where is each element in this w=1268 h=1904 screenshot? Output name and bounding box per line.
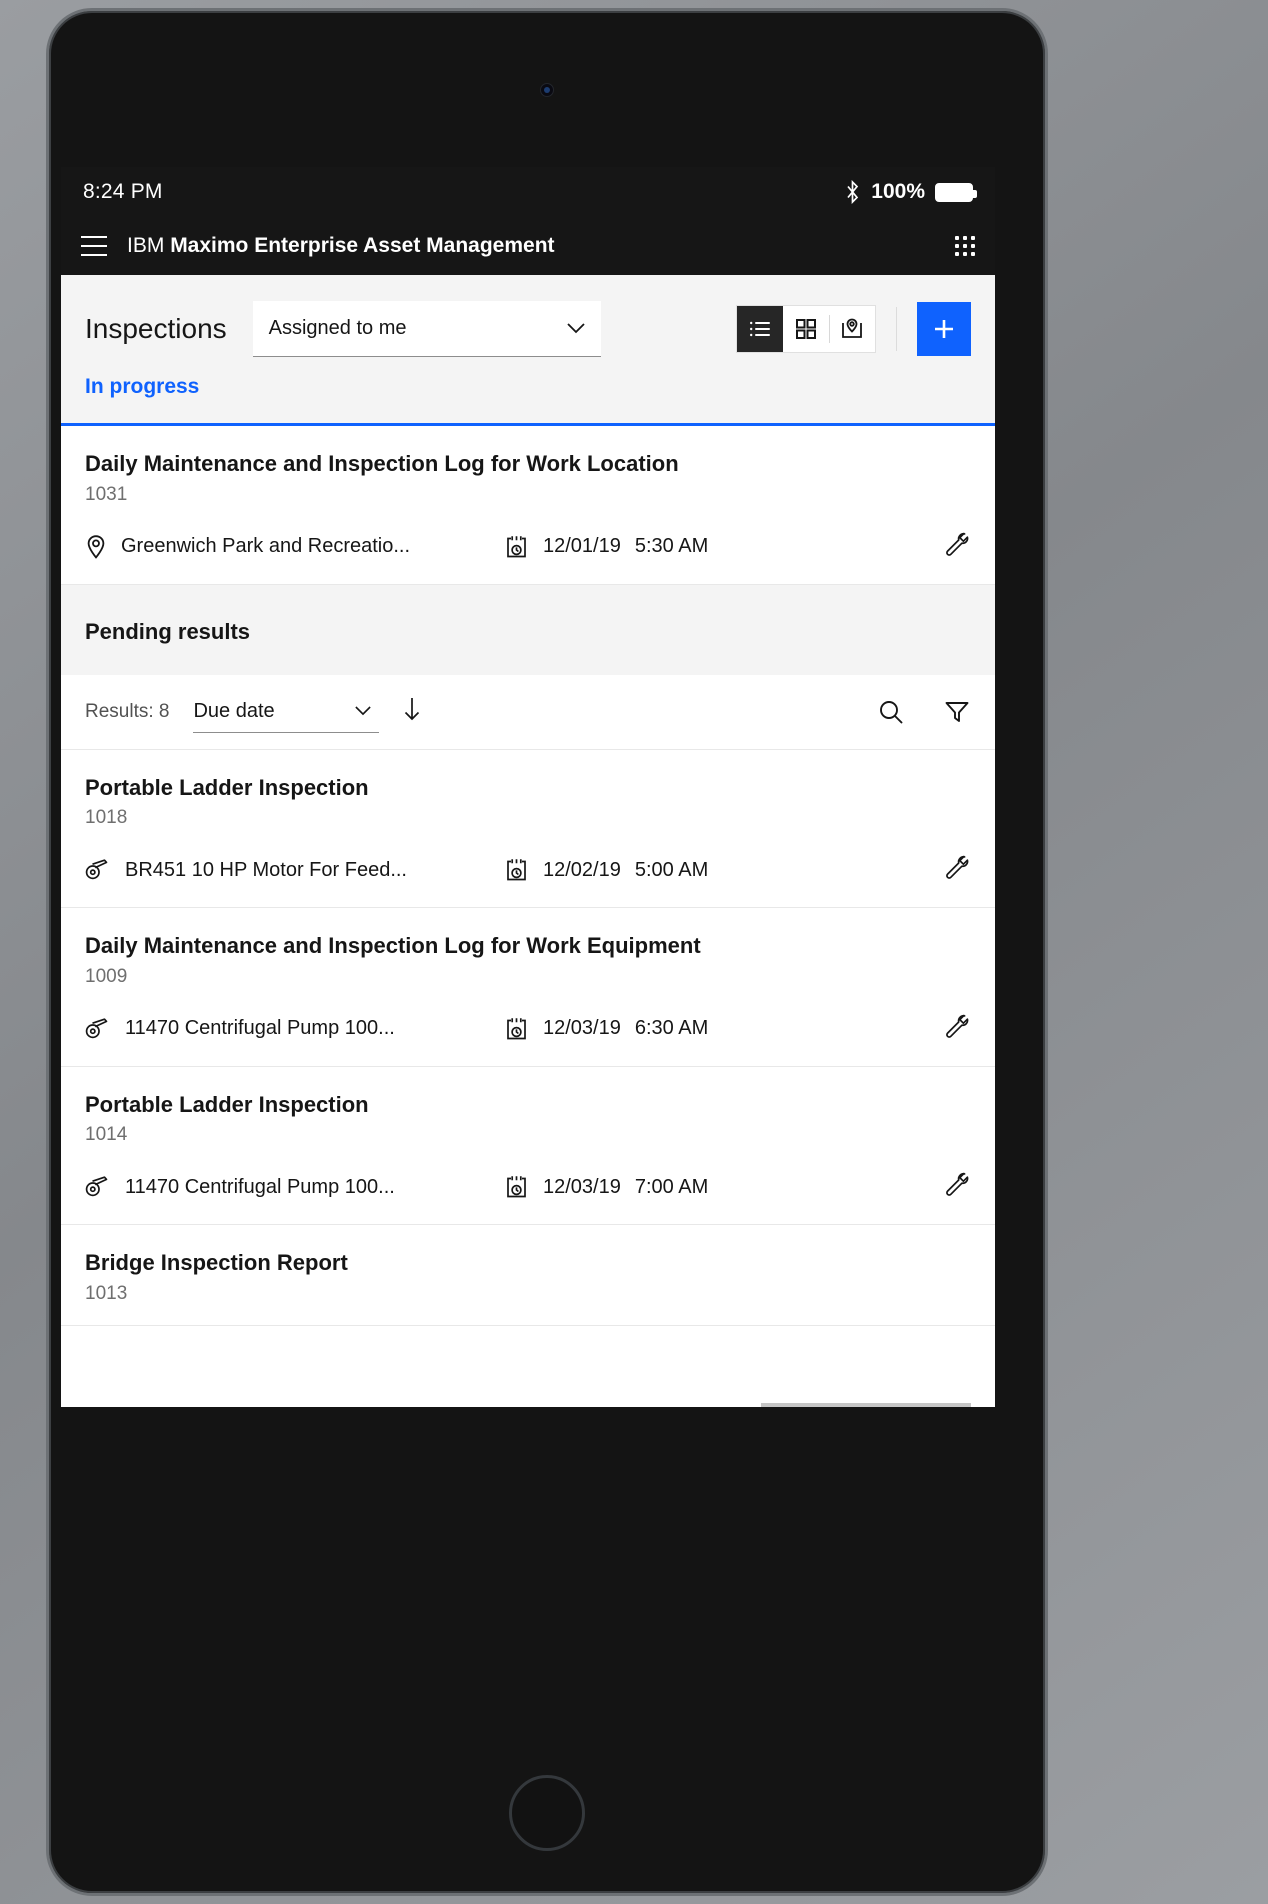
page-title: Inspections <box>85 313 227 344</box>
inspection-meta-row: BR451 10 HP Motor For Feed... 12/02/19 5… <box>85 853 971 887</box>
map-view-button[interactable] <box>829 306 875 352</box>
status-bar: 8:24 PM 100% <box>61 167 995 217</box>
inspection-due: 12/01/19 5:30 AM <box>505 534 708 560</box>
inspection-due-time: 6:30 AM <box>634 1017 709 1039</box>
asset-belt-icon <box>85 1017 111 1041</box>
add-inspection-button[interactable] <box>917 302 971 356</box>
status-indicators: 100% <box>844 180 977 204</box>
toolbar-right-actions <box>877 698 971 726</box>
inspection-asset: 11470 Centrifugal Pump 100... <box>85 1175 505 1199</box>
inspection-due: 12/03/19 7:00 AM <box>505 1174 708 1200</box>
inspection-id: 1013 <box>85 1282 128 1304</box>
home-button[interactable] <box>509 1775 585 1851</box>
tablet-device-frame: 8:24 PM 100% IBM Maximo Enterprise Asset… <box>46 8 1048 1896</box>
pending-results-title: Pending results <box>85 618 251 644</box>
assignment-filter-select[interactable]: Assigned to me <box>252 301 601 357</box>
header-actions <box>736 302 971 356</box>
filter-funnel-icon[interactable] <box>943 698 971 726</box>
inspection-asset: 11470 Centrifugal Pump 100... <box>85 1017 505 1041</box>
view-mode-toggle-group <box>736 305 876 353</box>
chevron-down-icon <box>355 705 373 717</box>
wrench-icon[interactable] <box>943 1012 971 1046</box>
asset-belt-icon <box>85 858 111 882</box>
pending-results-section-header: Pending results <box>61 584 995 675</box>
inspection-location: Greenwich Park and Recreatio... <box>85 534 505 560</box>
grid-view-button[interactable] <box>783 306 829 352</box>
sort-by-value: Due date <box>193 699 275 722</box>
assignment-filter-value: Assigned to me <box>268 317 407 339</box>
inspection-title: Daily Maintenance and Inspection Log for… <box>85 451 679 476</box>
inspection-due-date: 12/03/19 <box>543 1017 621 1039</box>
inspection-card[interactable]: Portable Ladder Inspection 1018 BR451 10… <box>61 749 995 908</box>
inspection-asset-label: 11470 Centrifugal Pump 100... <box>125 1017 395 1039</box>
inspection-location-label: Greenwich Park and Recreatio... <box>121 535 411 557</box>
sort-by-select[interactable]: Due date <box>193 691 380 733</box>
inspection-title: Bridge Inspection Report <box>85 1250 348 1275</box>
inspection-id: 1031 <box>85 483 128 505</box>
bluetooth-icon <box>844 180 861 204</box>
inspection-due-time: 5:30 AM <box>634 535 709 557</box>
wrench-icon[interactable] <box>943 853 971 887</box>
calendar-clock-icon <box>505 1016 529 1042</box>
inspection-due: 12/02/19 5:00 AM <box>505 857 708 883</box>
search-icon[interactable] <box>877 698 905 726</box>
calendar-clock-icon <box>505 534 529 560</box>
inspection-due-date: 12/02/19 <box>543 858 621 881</box>
scrollbar-thumb[interactable] <box>761 1403 971 1407</box>
app-title: IBM Maximo Enterprise Asset Management <box>127 234 555 258</box>
inspection-card[interactable]: Daily Maintenance and Inspection Log for… <box>61 426 995 585</box>
app-brand-label: IBM <box>127 234 165 257</box>
battery-percent-label: 100% <box>871 180 925 203</box>
inspection-due-date: 12/03/19 <box>543 1175 621 1198</box>
status-clock: 8:24 PM <box>83 180 163 203</box>
list-view-button[interactable] <box>737 306 783 352</box>
inspection-asset: BR451 10 HP Motor For Feed... <box>85 858 505 882</box>
app-header-bar: IBM Maximo Enterprise Asset Management <box>61 217 995 275</box>
horizontal-scrollbar[interactable] <box>61 1403 995 1407</box>
inspection-meta-row: 11470 Centrifugal Pump 100... 12/03/19 <box>85 1012 971 1046</box>
pending-results-toolbar: Results: 8 Due date <box>61 674 995 750</box>
hamburger-menu-icon[interactable] <box>81 236 107 256</box>
inspection-id: 1018 <box>85 807 128 828</box>
inspection-card[interactable]: Daily Maintenance and Inspection Log for… <box>61 908 995 1067</box>
page-header: Inspections Assigned to me <box>61 275 995 357</box>
inspection-card[interactable]: Portable Ladder Inspection 1014 11470 Ce… <box>61 1066 995 1225</box>
inspection-meta-row: 11470 Centrifugal Pump 100... 12/03/19 <box>85 1170 971 1204</box>
inspection-due: 12/03/19 6:30 AM <box>505 1016 708 1042</box>
app-product-label: Maximo Enterprise Asset Management <box>170 234 555 257</box>
inspection-title: Daily Maintenance and Inspection Log for… <box>85 933 701 958</box>
inspection-asset-label: 11470 Centrifugal Pump 100... <box>125 1175 395 1198</box>
asset-belt-icon <box>85 1175 111 1199</box>
calendar-clock-icon <box>505 1174 529 1200</box>
inspection-meta-row: Greenwich Park and Recreatio... 12/01/19 <box>85 530 971 564</box>
inspection-id: 1009 <box>85 965 128 987</box>
inspection-due-time: 5:00 AM <box>634 858 709 881</box>
inspection-card[interactable]: Bridge Inspection Report 1013 <box>61 1225 995 1326</box>
front-camera <box>540 83 554 97</box>
wrench-icon[interactable] <box>943 530 971 564</box>
app-switcher-grid-icon[interactable] <box>955 236 975 256</box>
sort-direction-button[interactable] <box>401 696 423 727</box>
location-pin-icon <box>85 534 107 560</box>
device-screen: 8:24 PM 100% IBM Maximo Enterprise Asset… <box>61 167 995 1407</box>
inspection-title: Portable Ladder Inspection <box>85 1091 369 1117</box>
battery-full-icon <box>935 182 977 202</box>
inspection-title: Portable Ladder Inspection <box>85 774 369 800</box>
calendar-clock-icon <box>505 857 529 883</box>
tab-in-progress[interactable]: In progress <box>85 375 199 399</box>
screenshot-root: 8:24 PM 100% IBM Maximo Enterprise Asset… <box>0 0 1268 1904</box>
inspection-due-time: 7:00 AM <box>634 1175 709 1198</box>
wrench-icon[interactable] <box>943 1170 971 1204</box>
toolbar-divider <box>896 307 897 351</box>
chevron-down-icon <box>567 323 585 334</box>
inspection-asset-label: BR451 10 HP Motor For Feed... <box>125 858 407 881</box>
in-progress-tab-strip: In progress <box>61 357 995 423</box>
results-count-label: Results: 8 <box>85 700 170 722</box>
inspection-id: 1014 <box>85 1124 128 1145</box>
inspection-due-date: 12/01/19 <box>543 535 621 557</box>
